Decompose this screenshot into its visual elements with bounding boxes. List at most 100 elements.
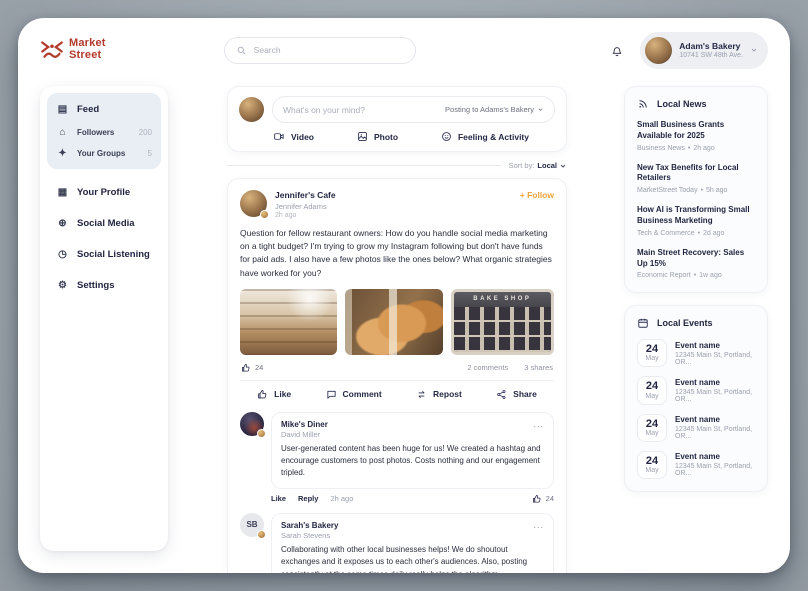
news-time: 1w ago (699, 272, 722, 279)
sidebar-item-social-listening[interactable]: ◷ Social Listening (47, 239, 161, 270)
video-button[interactable]: Video (273, 131, 314, 142)
storefront-icon: ⌂ (56, 127, 69, 138)
post-stats-row: 24 2 comments 3 shares (241, 363, 553, 373)
search-input[interactable] (254, 45, 404, 55)
repost-button[interactable]: Repost (416, 389, 462, 400)
sidebar-item-followers[interactable]: ⌂ Followers 200 (53, 122, 155, 143)
bake-shop-shelves (454, 307, 551, 352)
groups-icon: ✦ (56, 148, 69, 159)
like-button[interactable]: Like (257, 389, 291, 400)
post-photo-bake-shop[interactable]: BAKE SHOP (451, 289, 554, 355)
divider (227, 165, 501, 166)
search-bar[interactable] (224, 37, 416, 64)
left-sidebar: ▤ Feed ⌂ Followers 200 ✦ Your Groups 5 ▦… (40, 86, 168, 551)
share-button[interactable]: Share (496, 389, 537, 400)
post-photo-bakery-counter[interactable] (240, 289, 337, 355)
app-window: Market Street Adam's Bakery 10741 (18, 18, 790, 573)
comment-business-name[interactable]: Mike's Diner (281, 420, 544, 429)
post-body-text: Question for fellow restaurant owners: H… (240, 227, 554, 280)
account-switcher[interactable]: Adam's Bakery 10741 SW 48th Ave. (640, 32, 768, 69)
event-item[interactable]: 24 May Event name 12345 Main St, Portlan… (637, 376, 755, 404)
feed-icon: ▤ (56, 104, 69, 115)
event-address: 12345 Main St, Portland, OR... (675, 426, 755, 440)
thumbs-up-icon (241, 363, 251, 373)
post-photo-bread-display[interactable] (345, 289, 442, 355)
event-address: 12345 Main St, Portland, OR... (675, 389, 755, 403)
thumbs-up-icon (532, 494, 542, 504)
feeling-activity-button[interactable]: Feeling & Activity (441, 131, 529, 142)
thumbs-up-icon (257, 389, 268, 400)
local-events-title: Local Events (657, 318, 713, 328)
comment-like-link[interactable]: Like (271, 494, 286, 503)
composer-input[interactable] (283, 105, 439, 115)
post-timestamp: 2h ago (275, 212, 336, 219)
post-business-name[interactable]: Jennifer's Cafe (275, 190, 336, 200)
news-source: Tech & Commerce (637, 230, 695, 237)
comment-bubble: Sarah's Bakery Sarah Stevens Collaborati… (271, 513, 554, 573)
search-icon (236, 45, 247, 56)
sidebar-item-social-media[interactable]: ⊕ Social Media (47, 208, 161, 239)
event-item[interactable]: 24 May Event name 12345 Main St, Portlan… (637, 414, 755, 442)
comment-business-name[interactable]: Sarah's Bakery (281, 521, 544, 530)
sidebar-item-feed[interactable]: ▤ Feed (53, 98, 155, 122)
news-item[interactable]: How AI is Transforming Small Business Ma… (637, 205, 755, 237)
post-photo-grid: BAKE SHOP (240, 289, 554, 355)
composer-input-wrap[interactable]: Posting to Adams's Bakery (272, 96, 555, 123)
owner-badge (260, 210, 269, 219)
like-count: 24 (255, 363, 263, 372)
comment-reply-link[interactable]: Reply (298, 494, 318, 503)
news-time: 2h ago (693, 145, 714, 152)
event-name: Event name (675, 452, 755, 461)
groups-count: 5 (148, 149, 152, 158)
comment-bubble: Mike's Diner David Miller User-generated… (271, 412, 554, 489)
photo-button[interactable]: Photo (357, 131, 398, 142)
news-item[interactable]: New Tax Benefits for Local Retailers Mar… (637, 163, 755, 195)
shares-count[interactable]: 3 shares (524, 363, 553, 372)
comments-count[interactable]: 2 comments (467, 363, 508, 372)
comment-body: Collaborating with other local businesse… (281, 544, 544, 573)
news-source: MarketStreet Today (637, 187, 698, 194)
comment-author-avatar[interactable]: SB (240, 513, 264, 537)
event-name: Event name (675, 341, 755, 350)
sidebar-item-your-groups[interactable]: ✦ Your Groups 5 (53, 143, 155, 164)
profile-icon: ▦ (56, 187, 69, 198)
comment-menu-icon[interactable]: ... (533, 419, 544, 429)
event-date-card: 24 May (637, 376, 667, 404)
news-item[interactable]: Small Business Grants Available for 2025… (637, 120, 755, 152)
gear-icon: ⚙ (56, 280, 69, 291)
notifications-bell-icon[interactable] (610, 43, 624, 58)
social-media-icon: ⊕ (56, 218, 69, 229)
comment-menu-icon[interactable]: ... (533, 520, 544, 530)
comment-button[interactable]: Comment (326, 389, 382, 400)
local-news-panel: Local News Small Business Grants Availab… (624, 86, 768, 293)
like-count-group[interactable]: 24 (241, 363, 263, 373)
rss-icon (637, 98, 649, 110)
market-street-logo[interactable]: Market Street (40, 38, 106, 61)
news-time: 5h ago (706, 187, 727, 194)
sidebar-item-settings[interactable]: ⚙ Settings (47, 270, 161, 301)
sort-dropdown[interactable]: Local (537, 161, 567, 170)
news-item[interactable]: Main Street Recovery: Sales Up 15% Econo… (637, 248, 755, 280)
feed-group: ▤ Feed ⌂ Followers 200 ✦ Your Groups 5 (47, 93, 161, 169)
owner-badge (257, 530, 266, 539)
follow-button[interactable]: + Follow (520, 190, 554, 219)
comment-like-count-group[interactable]: 24 (532, 494, 554, 504)
sidebar-item-your-profile[interactable]: ▦ Your Profile (47, 177, 161, 208)
comment-meta-row: Like Reply 2h ago 24 (271, 494, 554, 504)
event-date-card: 24 May (637, 339, 667, 367)
video-icon (273, 131, 285, 142)
comment-item: Mike's Diner David Miller User-generated… (240, 412, 554, 489)
event-name: Event name (675, 415, 755, 424)
posting-to-selector[interactable]: Posting to Adams's Bakery (445, 105, 544, 114)
news-source: Economic Report (637, 272, 691, 279)
sort-label: Sort by: (509, 161, 535, 170)
post-author-avatar[interactable] (240, 190, 267, 217)
comment-body: User-generated content has been huge for… (281, 443, 544, 480)
comment-author-avatar[interactable] (240, 412, 264, 436)
chevron-down-icon (537, 106, 544, 113)
news-time: 2d ago (703, 230, 724, 237)
event-item[interactable]: 24 May Event name 12345 Main St, Portlan… (637, 451, 755, 479)
event-address: 12345 Main St, Portland, OR... (675, 463, 755, 477)
event-item[interactable]: 24 May Event name 12345 Main St, Portlan… (637, 339, 755, 367)
smiley-icon (441, 131, 452, 142)
